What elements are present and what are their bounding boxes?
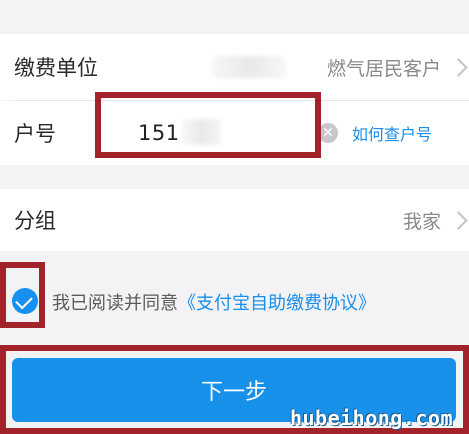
top-spacer	[0, 0, 469, 34]
account-input[interactable]: 151	[138, 121, 180, 145]
group-label: 分组	[14, 209, 56, 233]
agreement-link[interactable]: 《支付宝自助缴费协议》	[178, 293, 376, 314]
clear-icon[interactable]: ✕	[318, 123, 338, 143]
chevron-right-icon	[449, 210, 468, 230]
redacted-area	[212, 56, 286, 78]
next-button-label: 下一步	[200, 380, 267, 405]
group-row[interactable]: 分组 我家	[0, 189, 469, 251]
agreement-text: 我已阅读并同意《支付宝自助缴费协议》	[52, 289, 376, 315]
group-value: 我家	[402, 210, 441, 233]
payee-value: 燃气居民客户	[326, 57, 441, 80]
account-row: 户号 151 ✕ 如何查户号	[0, 101, 469, 165]
payee-row[interactable]: 缴费单位 燃气居民客户	[0, 34, 469, 100]
section-gap	[0, 165, 469, 189]
help-link[interactable]: 如何查户号	[352, 121, 432, 145]
agree-checkbox[interactable]	[12, 288, 38, 314]
chevron-right-icon	[449, 57, 468, 77]
watermark-text: hubeihong.com	[289, 406, 453, 430]
account-label: 户号	[14, 122, 56, 146]
payee-label: 缴费单位	[14, 56, 98, 80]
agreement-prefix: 我已阅读并同意	[52, 293, 178, 314]
redacted-area	[182, 119, 222, 145]
